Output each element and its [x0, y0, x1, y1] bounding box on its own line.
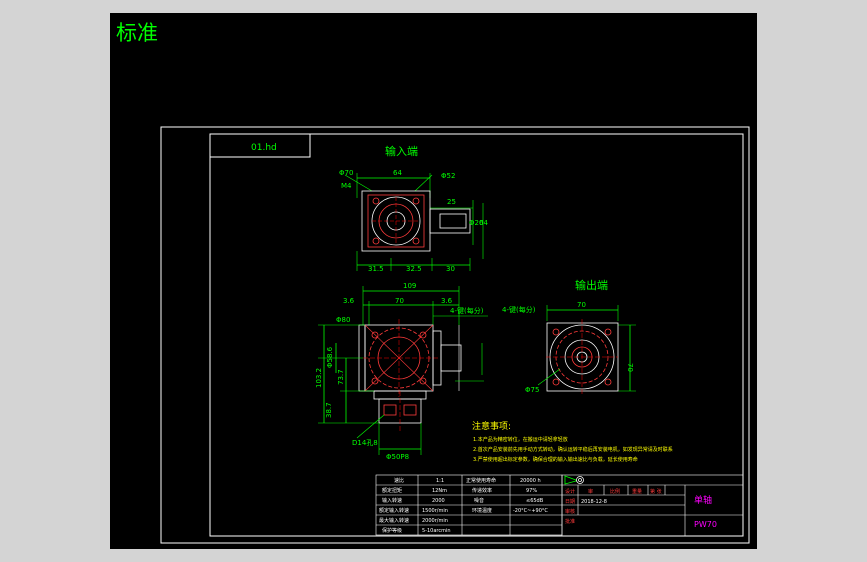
title-header-review: 审: [588, 488, 593, 495]
front-dim-hole: D14孔8: [352, 439, 378, 447]
spec-cell: 速比: [394, 477, 404, 484]
spec-cell: 保护等级: [382, 527, 402, 534]
front-dim-flange-dia: Φ58.6: [326, 346, 334, 368]
spec-cell: 噪音: [474, 497, 484, 504]
title-header-scale: 比例: [610, 488, 620, 495]
sheet-outer-border: [160, 126, 750, 544]
spec-cell: 1500r/min: [422, 508, 448, 514]
spec-cell: 正常使用寿命: [466, 477, 496, 484]
viewport-tab-title[interactable]: 标准: [116, 21, 158, 45]
spec-rows: 速比 1:1 正常使用寿命 20000 h 额定扭矩 12Nm 传递效率 97%…: [379, 477, 548, 534]
title-part-name: 单轴: [694, 494, 712, 506]
spec-cell: 输入转速: [382, 497, 402, 504]
note-2: 2.首次产品安装前先用手动方式转动，确认运转平稳后再安装电机，如发现异常请及时联…: [473, 446, 673, 453]
spec-cell: 97%: [526, 488, 537, 494]
title-header-weight: 重量: [632, 488, 642, 495]
front-dim-overall: 109: [403, 282, 416, 290]
output-dim-width: 70: [577, 301, 586, 309]
top-dim-bottom-right: 30: [446, 265, 455, 273]
output-dim-key: 4-键(每分): [502, 305, 536, 314]
spec-cell: 2000: [432, 498, 445, 504]
spec-cell: ≤65dB: [526, 498, 544, 504]
front-dim-left-offset: 3.6: [343, 297, 355, 305]
note-3: 3.严禁使用超出标定参数，确保合理的输入输出速比与负载，延长使用寿命: [473, 456, 638, 463]
front-dim-body: 70: [395, 297, 404, 305]
top-dim-dia-right: Φ52: [441, 172, 455, 180]
title-header-sheet: 第 张: [650, 488, 662, 495]
notes-title: 注意事项:: [472, 420, 511, 432]
spec-cell: 传递效率: [472, 487, 492, 494]
spec-table: [375, 474, 563, 536]
cad-drawing[interactable]: 标准 01.hd 输入端 Φ70 M4 64 Φ52 25 Φ20 64 31.…: [110, 13, 757, 549]
projection-symbol: [564, 475, 584, 485]
spec-cell: 5-10arcmin: [422, 528, 451, 534]
spec-cell: 环境温度: [472, 507, 492, 514]
top-dim-height: 64: [479, 219, 488, 227]
output-end-label: 输出端: [575, 278, 608, 292]
title-date-value: 2018-12-8: [581, 499, 607, 505]
top-dim-bottom-left: 31.5: [368, 265, 384, 273]
top-dim-dia-left: Φ70: [339, 169, 353, 177]
title-approve-label: 审核: [565, 508, 575, 515]
spec-cell: 额定扭矩: [382, 487, 402, 494]
front-dim-h-mid: 73.7: [337, 369, 345, 385]
title-header-design: 设计: [565, 488, 575, 495]
spec-cell: 最大输入转速: [379, 517, 409, 524]
front-dim-key: 4-键(每分): [450, 306, 484, 315]
front-dim-bottom-dia: Φ50P8: [386, 453, 409, 461]
spec-cell: -20°C~+90°C: [513, 508, 548, 514]
front-dim-height: 103.2: [315, 368, 323, 388]
spec-cell: 2000r/min: [422, 518, 448, 524]
input-end-label: 输入端: [385, 144, 418, 158]
top-view: [344, 173, 484, 271]
drawing-label: 01.hd: [251, 143, 277, 153]
title-part-code: PW70: [694, 520, 717, 529]
cad-viewport[interactable]: 标准 01.hd 输入端 Φ70 M4 64 Φ52 25 Φ20 64 31.…: [110, 13, 757, 549]
output-view: [537, 305, 636, 395]
front-dim-dia-bore: Φ80: [336, 316, 350, 324]
spec-cell: 额定输入转速: [379, 507, 409, 514]
output-dim-height: 70: [626, 363, 634, 372]
spec-cell: 12Nm: [432, 488, 447, 494]
front-dim-h-low: 38.7: [325, 402, 333, 418]
top-dim-m-left: M4: [341, 182, 352, 190]
output-dim-dia: Φ75: [525, 386, 539, 394]
top-dim-bottom-mid: 32.5: [406, 265, 422, 273]
spec-cell: 20000 h: [520, 478, 541, 484]
sheet-inner-border: [209, 133, 744, 537]
title-date-label: 日期: [565, 499, 575, 505]
note-1: 1.本产品为精密转位，在搬运中请轻拿轻放: [473, 436, 568, 443]
title-check-label: 批准: [565, 518, 575, 525]
spec-cell: 1:1: [436, 478, 444, 484]
top-dim-shaft-len: 25: [447, 198, 456, 206]
top-dim-width: 64: [393, 169, 402, 177]
front-dim-right-offset: 3.6: [441, 297, 453, 305]
